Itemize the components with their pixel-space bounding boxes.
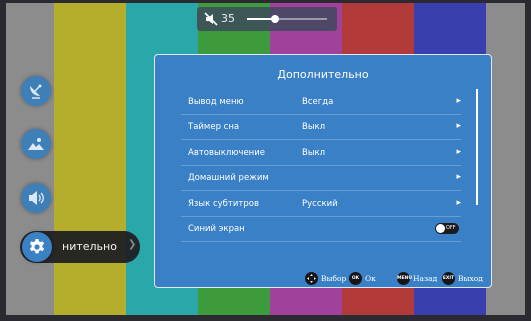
row-label: Таймер сна xyxy=(188,122,240,132)
menu-row-sleep-timer[interactable]: Таймер сна Выкл ▸ xyxy=(181,116,461,140)
side-item-advanced[interactable]: нительно ❯ xyxy=(20,231,140,263)
chevron-right-icon[interactable]: ▸ xyxy=(456,121,461,131)
row-label: Вывод меню xyxy=(188,97,244,107)
side-item-picture[interactable] xyxy=(21,129,51,159)
menu-button-icon: MENU xyxy=(397,272,412,285)
gear-icon xyxy=(29,239,45,254)
test-bar-gray xyxy=(6,3,54,315)
chevron-right-icon[interactable]: ▸ xyxy=(456,198,461,208)
hint-label: Ок xyxy=(365,274,376,283)
chevron-right-icon[interactable]: ▸ xyxy=(456,172,461,182)
menu-row-home-mode[interactable]: Домашний режим ▸ xyxy=(181,167,461,191)
menu-row-blue-screen[interactable]: Синий экран OFF xyxy=(181,218,461,242)
row-value: Выкл xyxy=(302,148,326,158)
satellite-dish-icon xyxy=(30,84,42,99)
mute-speaker-icon xyxy=(204,12,218,26)
scroll-thumb[interactable] xyxy=(476,89,478,205)
row-label: Домашний режим xyxy=(188,173,269,183)
speaker-icon xyxy=(29,191,44,205)
row-value: Выкл xyxy=(302,122,326,132)
side-item-sound[interactable] xyxy=(21,183,51,213)
menu-row-subtitle-language[interactable]: Язык субтитров Русский ▸ xyxy=(181,193,461,217)
volume-knob[interactable] xyxy=(271,15,279,23)
hint-label: Выход xyxy=(458,274,483,283)
hint-label: Назад xyxy=(413,274,438,283)
blue-screen-toggle[interactable]: OFF xyxy=(435,223,459,234)
advanced-settings-panel: Дополнительно Вывод меню Всегда ▸ Таймер… xyxy=(154,54,492,288)
dpad-icon xyxy=(305,272,318,285)
row-label: Синий экран xyxy=(188,224,245,234)
test-bar-yellow xyxy=(54,3,126,315)
toggle-state: OFF xyxy=(446,225,456,231)
hint-label: Выбор xyxy=(321,274,347,283)
toggle-knob xyxy=(436,224,445,233)
volume-osd: 35 xyxy=(197,7,337,31)
side-item-channel[interactable] xyxy=(21,76,51,106)
volume-value: 35 xyxy=(221,12,235,25)
menu-row-menu-display[interactable]: Вывод меню Всегда ▸ xyxy=(181,91,461,115)
key-hints: Выбор OK Ок MENU Назад EXIT Выход xyxy=(305,271,489,287)
picture-icon xyxy=(28,138,44,150)
chevron-right-icon[interactable]: ▸ xyxy=(456,147,461,157)
row-value: Русский xyxy=(302,199,338,209)
row-label: Автовыключение xyxy=(188,148,265,158)
chevron-right-icon: ❯ xyxy=(128,239,137,250)
panel-title: Дополнительно xyxy=(277,68,369,81)
side-item-advanced-icon xyxy=(22,232,52,262)
volume-slider[interactable] xyxy=(247,15,327,23)
chevron-right-icon[interactable]: ▸ xyxy=(456,96,461,106)
exit-button-icon: EXIT xyxy=(442,272,455,285)
ok-button-icon: OK xyxy=(349,272,362,285)
side-item-advanced-label: нительно xyxy=(62,240,117,253)
row-value: Всегда xyxy=(302,97,334,107)
row-label: Язык субтитров xyxy=(188,199,259,209)
menu-row-auto-power-off[interactable]: Автовыключение Выкл ▸ xyxy=(181,142,461,166)
scrollbar[interactable] xyxy=(476,89,478,205)
